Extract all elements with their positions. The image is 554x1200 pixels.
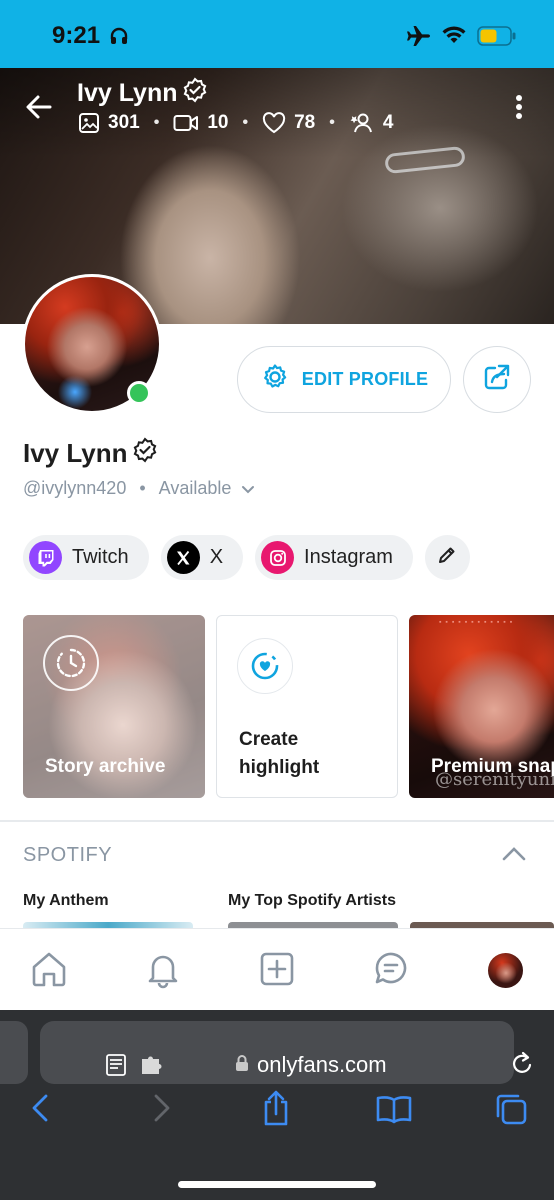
airplane-mode-icon [406, 24, 432, 53]
headphones-icon [109, 26, 129, 51]
x-icon [166, 541, 200, 574]
highlight-story-archive[interactable]: Story archive [23, 615, 205, 798]
browser-share-icon[interactable] [260, 1088, 292, 1133]
share-profile-button[interactable] [463, 346, 531, 413]
photo-icon [79, 113, 99, 133]
status-bar: 9:21 [0, 0, 554, 68]
social-link-x[interactable]: X [160, 535, 244, 580]
edit-profile-button[interactable]: EDIT PROFILE [237, 346, 451, 413]
stat-separator: • [242, 114, 249, 131]
social-link-label: Instagram [304, 546, 393, 568]
header-profile-name: Ivy Lynn [77, 77, 208, 110]
highlight-label: Story archive [45, 756, 166, 777]
chevron-down-icon[interactable] [241, 478, 255, 499]
browser-back-icon[interactable] [28, 1092, 54, 1129]
stat-videos-count: 10 [207, 112, 229, 133]
stat-photos: 301 [78, 112, 140, 134]
url-text: onlyfans.com [257, 1052, 387, 1077]
social-link-instagram[interactable]: Instagram [255, 535, 413, 580]
stat-subscribers-count: 4 [382, 112, 394, 133]
bottom-navigation [0, 928, 554, 1010]
lock-icon [235, 1054, 249, 1077]
stat-subscribers: 4 [349, 112, 394, 134]
extensions-icon[interactable] [140, 1055, 166, 1080]
verified-badge-icon [182, 77, 208, 110]
back-arrow-icon[interactable] [22, 90, 56, 129]
profile-name: Ivy Lynn [23, 437, 158, 470]
heart-icon [262, 112, 286, 134]
social-link-label: Twitch [72, 546, 129, 568]
profile-handle: @ivylynn420 [23, 478, 127, 498]
social-link-twitch[interactable]: Twitch [23, 535, 149, 580]
section-divider [0, 820, 554, 822]
twitch-icon [29, 541, 62, 574]
stat-separator: • [153, 114, 160, 131]
social-links: Twitch X Instagram [23, 535, 470, 580]
header-stats: 301 • 10 • 78 • 4 [78, 112, 393, 134]
availability-status[interactable]: Available [159, 478, 232, 499]
video-icon [173, 115, 199, 131]
pencil-icon [437, 545, 457, 570]
share-icon [482, 362, 512, 397]
subscribers-icon [350, 113, 372, 133]
browser-forward-icon[interactable] [148, 1092, 174, 1129]
reload-icon[interactable] [510, 1051, 534, 1082]
stat-likes-count: 78 [294, 112, 316, 133]
image-overlay-text: ▪ ▪ ▪ ▪ ▪ ▪ ▪ ▪ ▪ ▪ ▪ ▪ [439, 619, 514, 626]
battery-icon [477, 26, 517, 51]
spotify-section-title: SPOTIFY [23, 844, 113, 866]
edit-profile-label: EDIT PROFILE [301, 369, 429, 389]
spotify-item-label[interactable]: My Top Spotify Artists [228, 892, 396, 910]
create-highlight-icon [237, 638, 293, 694]
status-time: 9:21 [52, 22, 101, 49]
bookmarks-icon[interactable] [375, 1094, 413, 1129]
chevron-up-icon[interactable] [502, 846, 526, 867]
gear-icon [260, 362, 290, 397]
online-status-indicator [127, 381, 151, 405]
notifications-bell-icon[interactable] [143, 949, 183, 994]
previous-tab[interactable] [0, 1021, 28, 1084]
create-highlight-label: Create highlight [239, 726, 319, 782]
home-indicator [178, 1181, 376, 1188]
create-highlight-line-1: Create [239, 729, 299, 750]
verified-badge-icon [132, 437, 158, 470]
story-archive-icon [43, 635, 99, 691]
handle-separator: • [139, 478, 146, 498]
highlight-label: Premium snap [431, 756, 554, 777]
stat-photos-count: 301 [108, 112, 140, 133]
reader-mode-icon[interactable] [104, 1053, 128, 1082]
more-options-icon[interactable] [514, 94, 524, 127]
add-post-icon[interactable] [257, 949, 297, 994]
header-name-text: Ivy Lynn [77, 79, 178, 107]
profile-name-text: Ivy Lynn [23, 438, 128, 468]
highlight-create[interactable]: Create highlight [216, 615, 398, 798]
create-highlight-line-2: highlight [239, 757, 320, 778]
stat-likes: 78 [262, 112, 315, 134]
spotify-item-label[interactable]: My Anthem [23, 892, 109, 910]
highlight-premium-snap[interactable]: ▪ ▪ ▪ ▪ ▪ ▪ ▪ ▪ ▪ ▪ ▪ ▪ @serenityunity P… [409, 615, 554, 798]
handle-status-row: @ivylynn420 • Available [23, 478, 255, 499]
messages-icon[interactable] [371, 949, 411, 994]
profile-avatar-nav[interactable] [488, 953, 523, 988]
cover-decoration [384, 145, 466, 175]
instagram-icon [261, 541, 295, 574]
address-bar[interactable]: onlyfans.com [40, 1021, 532, 1084]
wifi-icon [441, 24, 467, 51]
stat-videos: 10 [173, 112, 228, 134]
tabs-icon[interactable] [494, 1092, 528, 1131]
social-link-label: X [209, 546, 224, 568]
home-icon[interactable] [29, 949, 69, 994]
stat-separator: • [329, 114, 335, 131]
edit-social-links-button[interactable] [424, 535, 470, 580]
